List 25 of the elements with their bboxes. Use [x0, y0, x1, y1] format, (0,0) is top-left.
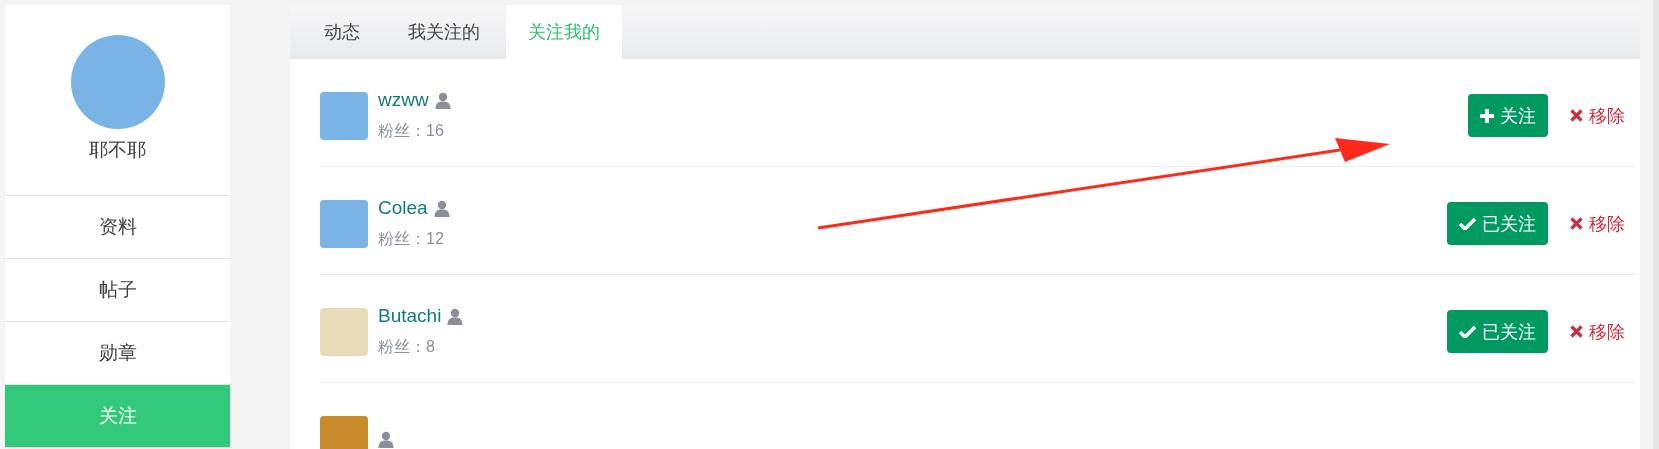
plus-icon: [1480, 108, 1494, 123]
tab[interactable]: 我关注的: [386, 5, 502, 59]
person-icon: [434, 91, 451, 109]
user-name[interactable]: Butachi: [378, 305, 442, 327]
remove-link[interactable]: 移除: [1570, 319, 1625, 344]
check-icon: [1459, 217, 1476, 230]
check-icon: [1459, 325, 1476, 338]
close-icon: [1570, 217, 1583, 230]
remove-link[interactable]: 移除: [1570, 103, 1625, 128]
follow-button[interactable]: 关注: [1468, 94, 1548, 137]
person-icon: [378, 431, 394, 448]
follow-button[interactable]: 已关注: [1447, 310, 1548, 353]
close-icon: [1570, 109, 1583, 122]
tab[interactable]: 动态: [302, 5, 382, 59]
person-icon: [447, 307, 464, 325]
close-icon: [1570, 325, 1583, 338]
remove-link[interactable]: 移除: [1570, 211, 1625, 236]
user-name[interactable]: Colea: [378, 197, 428, 219]
fans-count: 粉丝：12: [378, 229, 445, 249]
fans-count: 粉丝：8: [378, 337, 436, 357]
fans-count: 粉丝：16: [378, 121, 445, 141]
person-icon: [433, 199, 450, 217]
follow-button[interactable]: 已关注: [1447, 202, 1548, 245]
profile-name: 耶不耶: [89, 138, 146, 162]
user-name[interactable]: wzww: [378, 89, 429, 111]
